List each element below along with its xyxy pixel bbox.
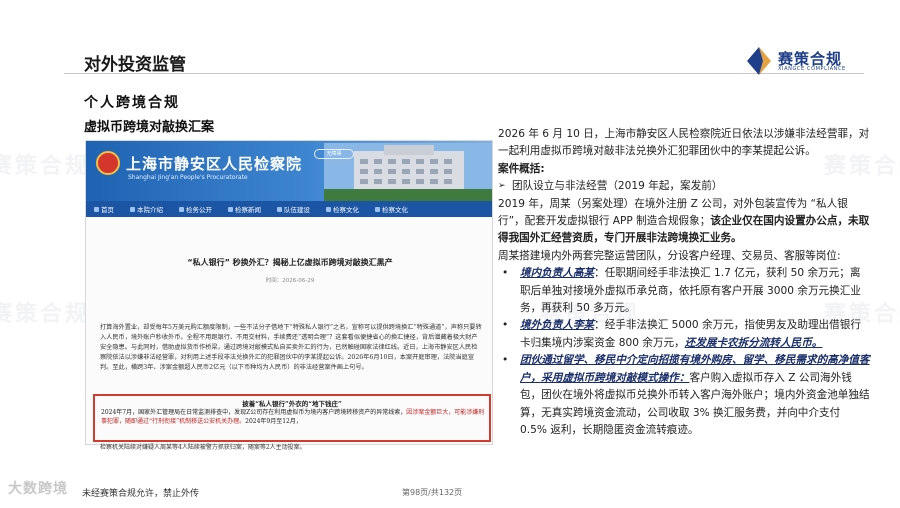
detail-emphasis: 还发展卡农拆分流转人民币。 [684,336,823,349]
brand-logo: 赛策合规 XIANGCE COMPLIANCE [744,44,864,80]
info-icon [130,206,135,212]
site-banner: 上海市静安区人民检察院 Shanghai Jing'an People's Pr… [86,141,492,201]
highlight-tail: 检察机关陆续对嫌疑人周某等4人陆续被警方抓获归案，随案等2人主动投案。 [100,444,306,451]
person-label: 境内负责人高某 [520,267,595,280]
highlight-title: 披着“私人银行”外衣的“地下钱庄” [242,400,342,408]
national-emblem-icon [96,151,120,175]
header-title: 对外投资监管 [84,55,186,75]
nav-item-culture[interactable]: 检察文化 [318,204,367,214]
list-item: • 境内负责人高某：任职期间经手非法换汇 1.7 亿元，获利 50 余万元；离职… [498,265,870,317]
footer-notice: 未经赛策合规允许，禁止外传 [82,489,200,499]
site-title: 上海市静安区人民检察院 [126,155,303,173]
site-nav: 首页 本院介绍 检务公开 检察新闻 队伍建设 检察文化 检察文化 [86,201,492,217]
case-label: 案件概括: [498,162,545,175]
watermark: 赛策合规 [0,154,91,179]
article-title: “私人银行” 秒换外汇？揭秘上亿虚拟币跨境对敲换汇黑产 [187,258,393,267]
gear-icon [179,206,184,212]
nav-label: 检察文化 [382,206,408,214]
list-item-text: 团队设立与非法经营（2019 年起，案发前） [512,180,723,193]
dot-bullet-icon: • [502,267,509,280]
dot-bullet-icon: • [502,354,509,367]
team-icon [277,206,282,212]
nav-label: 检察文化 [333,206,359,214]
highlight-box: 披着“私人银行”外衣的“地下钱庄” 2024年7月，国家外汇管理局在日常监测排查… [93,394,491,442]
nav-label: 检务公开 [186,206,212,214]
nav-item-home[interactable]: 首页 [86,204,122,214]
watermark: 赛策合规 [0,302,91,327]
list-item-text: 境内负责人高某：任职期间经手非法换汇 1.7 亿元，获利 50 余万元；离职后单… [520,265,870,317]
arrow-bullet-icon: ➢ [498,181,506,192]
highlight-text-part: 2024年9月至12月， [245,418,302,425]
dot-bullet-icon: • [502,319,509,332]
nav-item-team[interactable]: 队伍建设 [269,204,318,214]
case-title: 虚拟币跨境对敲换汇案 [84,120,215,135]
list-item: ➢ 团队设立与非法经营（2019 年起，案发前） [498,178,870,195]
nav-label: 首页 [101,206,114,214]
nav-label: 本院介绍 [137,206,163,214]
nav-item-culture-2[interactable]: 检察文化 [367,204,416,214]
corner-watermark: 大数跨境 [8,481,68,497]
logo-mark-icon [747,47,771,75]
logo-subtitle: XIANGCE COMPLIANCE [778,66,846,72]
nav-item-about[interactable]: 本院介绍 [122,204,171,214]
list-item-text: 境外负责人李某：经手非法换汇 5000 余万元，指使男友及助理出借银行卡归集境内… [520,317,870,352]
intro-paragraph: 2026 年 6 月 10 日，上海市静安区人民检察院近日依法以涉嫌非法经营罪，… [498,128,870,158]
nav-label: 队伍建设 [284,206,310,214]
accessibility-button[interactable]: 无障碍 [314,149,354,159]
page-number: 第98页/共132页 [402,488,463,497]
paragraph: 2019 年，周某（另案处理）在境外注册 Z 公司，对外包装宣传为 “私人银行”… [498,196,870,248]
list-item-text: 团伙通过留学、移民中介定向招揽有境外购房、留学、移民需求的高净值客户，采用虚拟币… [520,352,870,439]
nav-item-news[interactable]: 检察新闻 [220,204,269,214]
list-item: • 境外负责人李某：经手非法换汇 5000 余万元，指使男友及助理出借银行卡归集… [498,317,870,352]
list-item: • 团伙通过留学、移民中介定向招揽有境外购房、留学、移民需求的高净值客户，采用虚… [498,352,870,439]
home-icon [94,206,99,212]
culture-icon [375,206,380,212]
culture-icon [326,206,331,212]
news-icon [228,206,233,212]
paragraph: 周某搭建境内外两套完整运营团队，分设客户经理、交易员、客服等岗位: [498,249,841,262]
highlight-text: 2024年7月，国家外汇管理局在日常监测排查中，发现Z公司存在利用虚拟币为境内客… [101,408,485,426]
section-title: 个人跨境合规 [84,95,180,111]
article-date: 时间：2026-06-29 [265,278,315,284]
nav-label: 检察新闻 [235,206,261,214]
case-summary: 2026 年 6 月 10 日，上海市静安区人民检察院近日依法以涉嫌非法经营罪，… [498,126,870,439]
slide: 赛策合规 赛策合规 赛策合规 赛策合规 赛策合规 赛策合规 对外投资监管 赛策合… [0,0,900,508]
article-body: 打算海外置业，却受每年5万美元购汇额度限制，一些不法分子借地下“特殊私人银行”之… [100,324,482,371]
person-label: 境外负责人李某 [520,319,595,332]
highlight-text-part: 2024年7月，国家外汇管理局在日常监测排查中，发现Z公司存在利用虚拟币为境内客… [101,409,407,416]
site-subtitle: Shanghai Jing'an People's Procuratorate [128,174,248,181]
nav-item-public[interactable]: 检务公开 [171,204,220,214]
